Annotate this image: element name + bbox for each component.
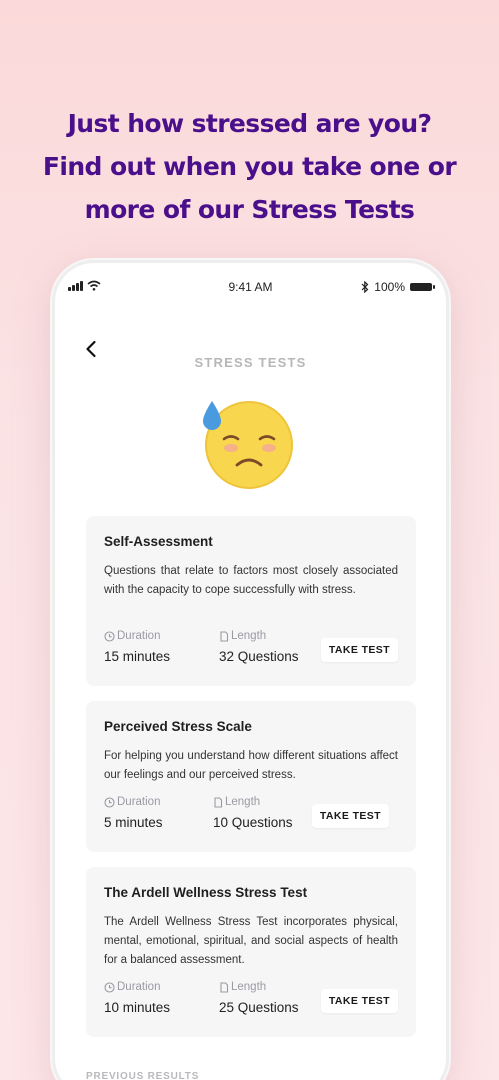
- headline-line-3: more of our Stress Tests: [84, 195, 415, 224]
- test-title: Self-Assessment: [104, 534, 213, 549]
- promo-headline: Just how stressed are you? Find out when…: [0, 102, 499, 231]
- headline-line-1: Just how stressed are you?: [67, 109, 432, 138]
- status-bar: 9:41 AM 100%: [55, 277, 446, 297]
- duration-label-text: Duration: [117, 981, 161, 993]
- phone-frame: 9:41 AM 100% STRESS TESTS Self-Assessmen…: [52, 260, 449, 1080]
- duration-value: 5 minutes: [104, 815, 163, 830]
- bluetooth-icon: [361, 281, 369, 293]
- length-value: 32 Questions: [219, 649, 299, 664]
- test-card-self-assessment[interactable]: Self-Assessment Questions that relate to…: [86, 516, 416, 686]
- take-test-button[interactable]: TAKE TEST: [320, 638, 398, 662]
- test-card-perceived-stress-scale[interactable]: Perceived Stress Scale For helping you u…: [86, 701, 416, 852]
- length-label: Length: [213, 796, 293, 808]
- clock-icon: [104, 796, 115, 808]
- length-block: Length 25 Questions: [219, 981, 299, 1015]
- duration-block: Duration 15 minutes: [104, 630, 219, 664]
- length-label-text: Length: [231, 630, 267, 642]
- page-title: STRESS TESTS: [194, 355, 307, 370]
- test-meta: Duration 5 minutes Length 10 Questions T…: [104, 796, 398, 830]
- length-value: 10 Questions: [213, 815, 293, 830]
- length-value: 25 Questions: [219, 1000, 299, 1015]
- status-right: 100%: [361, 280, 435, 294]
- test-title: Perceived Stress Scale: [104, 719, 252, 734]
- document-icon: [220, 630, 229, 642]
- take-test-button[interactable]: TAKE TEST: [320, 989, 398, 1013]
- test-meta: Duration 10 minutes Length 25 Questions …: [104, 981, 398, 1015]
- duration-label: Duration: [104, 981, 219, 993]
- duration-label-text: Duration: [117, 630, 161, 642]
- length-label: Length: [219, 981, 299, 993]
- test-description: Questions that relate to factors most cl…: [104, 565, 398, 596]
- take-test-button[interactable]: TAKE TEST: [311, 804, 389, 828]
- test-meta: Duration 15 minutes Length 32 Questions …: [104, 630, 398, 664]
- duration-label-text: Duration: [117, 796, 161, 808]
- downcast-face-with-sweat-icon: [203, 401, 293, 489]
- previous-results-label: PREVIOUS RESULTS: [86, 1071, 200, 1080]
- battery-icon: [410, 283, 435, 291]
- length-label-text: Length: [225, 796, 261, 808]
- length-block: Length 32 Questions: [219, 630, 299, 664]
- length-block: Length 10 Questions: [213, 796, 293, 830]
- document-icon: [214, 796, 223, 808]
- duration-block: Duration 5 minutes: [104, 796, 213, 830]
- clock-icon: [104, 630, 115, 642]
- length-label: Length: [219, 630, 299, 642]
- duration-label: Duration: [104, 796, 213, 808]
- length-label-text: Length: [231, 981, 267, 993]
- test-description: The Ardell Wellness Stress Test incorpor…: [104, 916, 398, 966]
- duration-block: Duration 10 minutes: [104, 981, 219, 1015]
- headline-line-2: Find out when you take one or: [42, 152, 457, 181]
- battery-percent: 100%: [374, 280, 405, 294]
- duration-label: Duration: [104, 630, 219, 642]
- duration-value: 10 minutes: [104, 1000, 171, 1015]
- test-title: The Ardell Wellness Stress Test: [104, 885, 308, 900]
- test-card-ardell-wellness[interactable]: The Ardell Wellness Stress Test The Arde…: [86, 867, 416, 1037]
- duration-value: 15 minutes: [104, 649, 171, 664]
- test-description: For helping you understand how different…: [104, 750, 398, 781]
- document-icon: [220, 981, 229, 993]
- clock-icon: [104, 981, 115, 993]
